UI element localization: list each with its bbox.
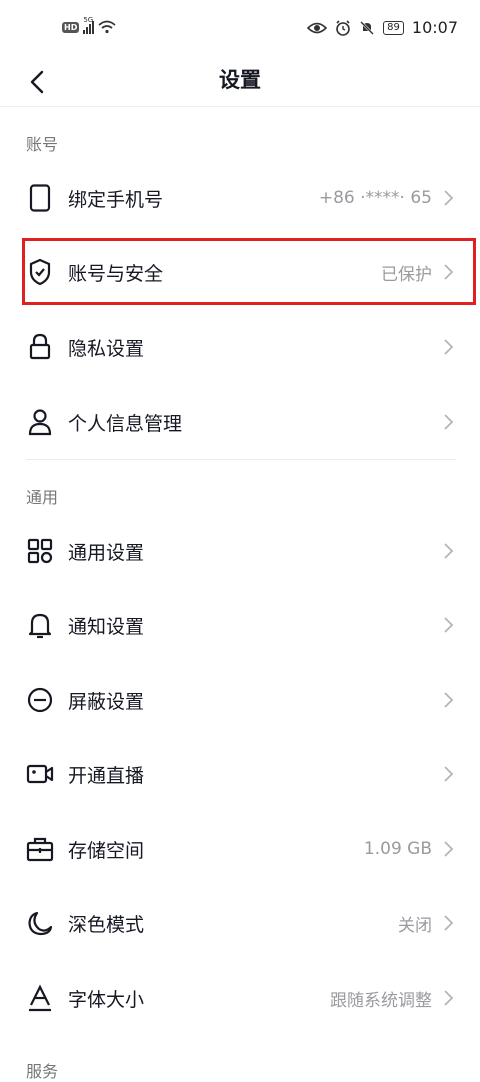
wifi-icon (98, 20, 116, 34)
settings-item-live[interactable]: 开通直播 (0, 738, 480, 810)
settings-item-notification[interactable]: 通知设置 (0, 589, 480, 661)
status-right: 89 10:07 (307, 18, 458, 37)
phone-icon (26, 184, 54, 212)
chevron-right-icon (444, 339, 454, 355)
highlight-box (22, 238, 476, 305)
cellular-signal-icon: 5G (83, 16, 95, 34)
storage-icon (26, 835, 54, 863)
chevron-right-icon (444, 414, 454, 430)
settings-item-label: 个人信息管理 (68, 412, 183, 435)
chevron-right-icon (444, 990, 454, 1006)
settings-item-value: +86 ·****· 65 (318, 188, 432, 208)
settings-item-font-size[interactable]: 字体大小 跟随系统调整 (0, 962, 480, 1034)
settings-item-general[interactable]: 通用设置 (0, 515, 480, 587)
mute-bell-icon (360, 20, 375, 35)
chevron-right-icon (444, 692, 454, 708)
chevron-right-icon (444, 190, 454, 206)
settings-item-label: 开通直播 (68, 764, 145, 787)
font-size-icon (26, 984, 54, 1012)
bell-icon (26, 611, 54, 639)
moon-icon (26, 909, 54, 937)
settings-item-bind-phone[interactable]: 绑定手机号 +86 ·****· 65 (0, 162, 480, 234)
settings-item-block[interactable]: 屏蔽设置 (0, 664, 480, 736)
section-header-account: 账号 (26, 135, 59, 154)
hd-badge: HD (62, 21, 80, 33)
clock: 10:07 (411, 18, 458, 37)
header-divider (0, 106, 480, 107)
camera-icon (26, 760, 54, 788)
person-icon (26, 408, 54, 436)
chevron-right-icon (444, 766, 454, 782)
settings-item-label: 绑定手机号 (68, 188, 164, 211)
page-title: 设置 (219, 68, 261, 92)
lock-icon (26, 333, 54, 361)
settings-item-personal-info[interactable]: 个人信息管理 (0, 386, 480, 458)
settings-item-label: 字体大小 (68, 988, 145, 1011)
settings-item-label: 隐私设置 (68, 337, 145, 360)
settings-item-label: 存储空间 (68, 839, 145, 862)
settings-item-storage[interactable]: 存储空间 1.09 GB (0, 813, 480, 885)
settings-item-dark-mode[interactable]: 深色模式 关闭 (0, 887, 480, 959)
chevron-right-icon (444, 543, 454, 559)
settings-item-value: 关闭 (398, 915, 432, 936)
section-header-services: 服务 (26, 1062, 59, 1081)
settings-item-privacy[interactable]: 隐私设置 (0, 311, 480, 383)
battery-indicator: 89 (383, 20, 404, 35)
status-left: HD 5G (62, 16, 116, 34)
eye-icon (307, 22, 328, 33)
grid-icon (26, 537, 54, 565)
chevron-right-icon (444, 915, 454, 931)
settings-item-label: 通用设置 (68, 541, 145, 564)
block-icon (26, 686, 54, 714)
chevron-right-icon (444, 841, 454, 857)
alarm-icon (336, 19, 350, 36)
section-divider (26, 459, 456, 460)
section-header-general: 通用 (26, 488, 59, 507)
settings-item-value: 1.09 GB (363, 839, 432, 859)
settings-item-label: 通知设置 (68, 615, 145, 638)
settings-item-value: 跟随系统调整 (330, 990, 432, 1011)
title-bar: 设置 (0, 58, 480, 104)
settings-item-label: 深色模式 (68, 913, 145, 936)
chevron-right-icon (444, 617, 454, 633)
settings-item-label: 屏蔽设置 (68, 690, 145, 713)
status-bar: HD 5G 89 10:07 (0, 0, 480, 58)
